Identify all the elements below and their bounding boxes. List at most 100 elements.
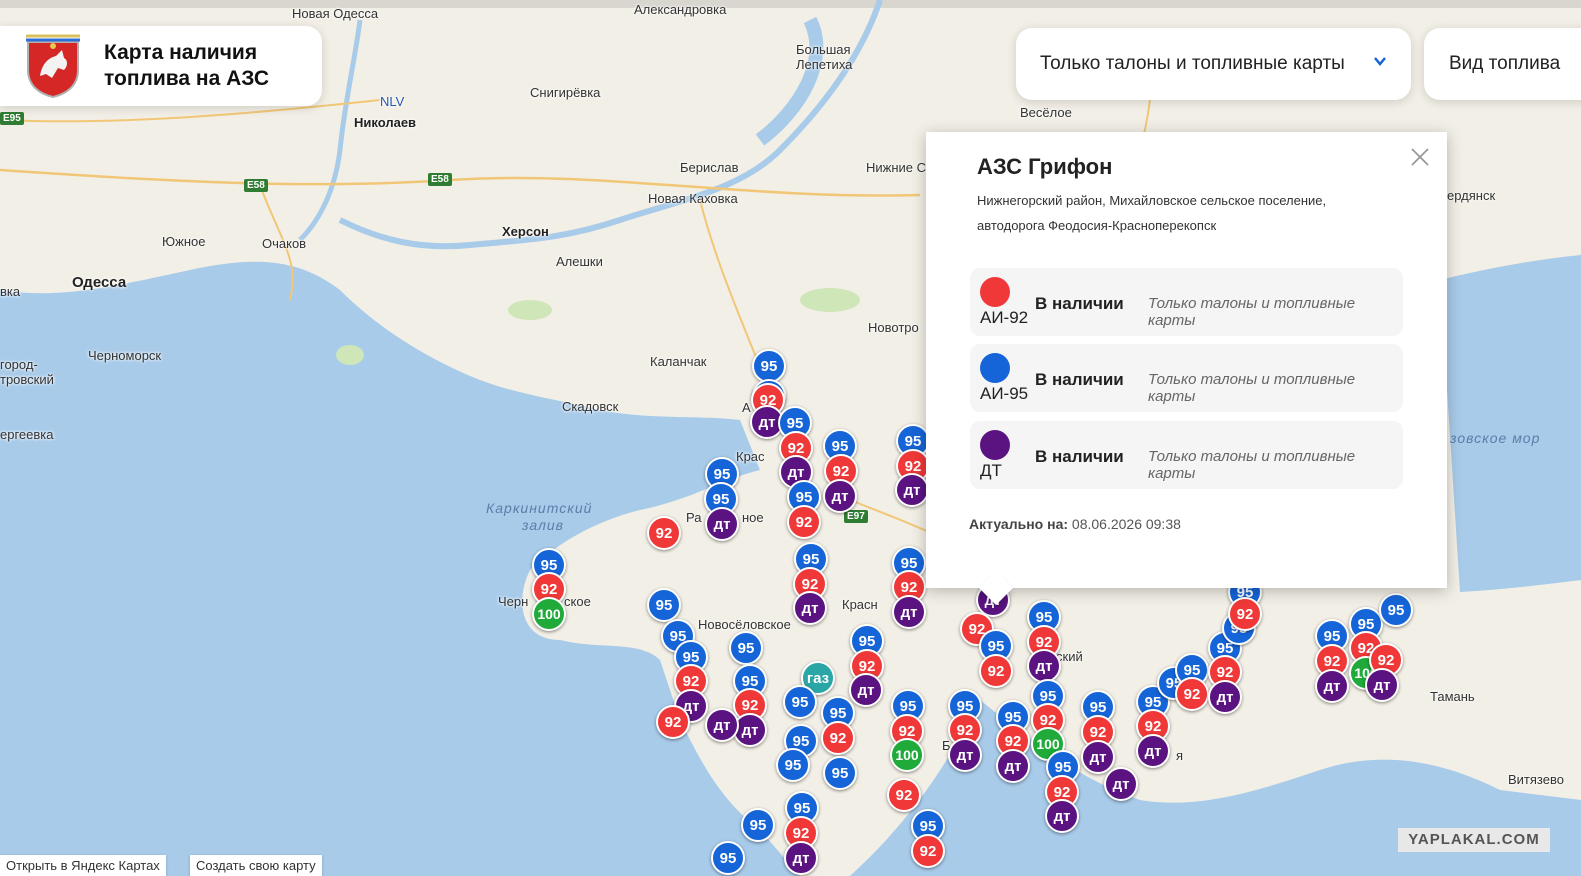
- marker-dt[interactable]: дт: [1045, 799, 1079, 833]
- marker-ai95[interactable]: 95: [823, 756, 857, 790]
- marker-ai95[interactable]: 95: [752, 349, 786, 383]
- marker-dt[interactable]: дт: [996, 749, 1030, 783]
- dnieper-river: [338, 0, 883, 250]
- place-label: Большая Лепетиха: [796, 42, 853, 72]
- create-own-map-button[interactable]: Создать свою карту: [190, 855, 322, 876]
- road-sign: E97: [844, 510, 868, 523]
- place-label: Новотро: [868, 320, 919, 335]
- place-label: Александровка: [634, 2, 727, 17]
- place-label: ное: [742, 510, 764, 525]
- marker-dt[interactable]: дт: [1315, 669, 1349, 703]
- place-label: Красн: [842, 597, 878, 612]
- marker-dt[interactable]: дт: [1081, 740, 1115, 774]
- place-label: Николаев: [354, 115, 417, 130]
- fuel-color-dot: [980, 430, 1010, 460]
- sea-label: зовское мор: [1450, 430, 1541, 446]
- place-label: Нижние С: [866, 160, 927, 175]
- fuel-color-dot: [980, 277, 1010, 307]
- marker-dt[interactable]: дт: [849, 673, 883, 707]
- marker-dt[interactable]: дт: [948, 738, 982, 772]
- marker-ai95[interactable]: 95: [647, 588, 681, 622]
- place-label: ердянск: [1447, 188, 1496, 203]
- payment-filter-value: Только талоны и топливные карты: [1040, 53, 1345, 74]
- fuel-type-filter-dropdown[interactable]: Вид топлива: [1424, 28, 1581, 100]
- marker-ai95[interactable]: 95: [783, 685, 817, 719]
- marker-dt[interactable]: дт: [823, 479, 857, 513]
- place-label: Новосёловское: [698, 617, 791, 632]
- fuel-status: В наличии: [1035, 294, 1124, 313]
- fuel-row-dt: ДТ В наличии Только талоны и топливные к…: [970, 421, 1403, 489]
- marker-ai92[interactable]: 92: [1228, 597, 1262, 631]
- chevron-down-icon: [1374, 57, 1386, 66]
- marker-dt[interactable]: дт: [705, 708, 739, 742]
- place-label: Каланчак: [650, 354, 707, 369]
- marker-dt[interactable]: дт: [1027, 649, 1061, 683]
- fuel-name: АИ-95: [980, 384, 1029, 403]
- fuel-color-dot: [980, 353, 1010, 383]
- road-sign: E95: [0, 112, 24, 125]
- fuel-name: ДТ: [980, 461, 1002, 480]
- place-label: Очаков: [262, 236, 307, 251]
- road-sign: E58: [428, 173, 452, 186]
- fuel-payment-note: Только талоны и топливные карты: [1148, 295, 1356, 329]
- sea-label: Каркинитский: [486, 500, 593, 516]
- crimea-coat-of-arms-icon: [26, 34, 80, 98]
- updated-value: 08.06.2026 09:38: [1071, 516, 1181, 532]
- marker-ai95[interactable]: 95: [729, 631, 763, 665]
- marker-ai92[interactable]: 92: [656, 705, 690, 739]
- marker-dt[interactable]: дт: [793, 591, 827, 625]
- marker-ai95[interactable]: 95: [1379, 593, 1413, 627]
- place-label: Алешки: [556, 254, 603, 269]
- place-label: Черноморск: [88, 348, 162, 363]
- marker-ai95[interactable]: 95: [711, 841, 745, 875]
- azov-sea: [1440, 255, 1581, 592]
- marker-ai92[interactable]: 92: [979, 654, 1013, 688]
- place-label: вка: [0, 284, 21, 299]
- marker-ai100[interactable]: 100: [890, 738, 924, 772]
- station-address: Нижнегорский район, Михайловское сельско…: [977, 193, 1327, 233]
- marker-ai92[interactable]: 92: [787, 505, 821, 539]
- station-name: АЗС Грифон: [977, 154, 1113, 179]
- marker-ai95[interactable]: 95: [776, 748, 810, 782]
- updated-timestamp: Актуально на: 08.06.2026 09:38: [969, 516, 1181, 532]
- place-label: Черн: [498, 594, 529, 609]
- place-label: NLV: [380, 94, 405, 109]
- marker-dt[interactable]: дт: [895, 473, 929, 507]
- place-label: Ра: [686, 510, 702, 525]
- marker-ai92[interactable]: 92: [887, 778, 921, 812]
- marker-ai92[interactable]: 92: [647, 516, 681, 550]
- marker-ai100[interactable]: 100: [532, 597, 566, 631]
- marker-dt[interactable]: дт: [784, 841, 818, 875]
- fuel-status: В наличии: [1035, 370, 1124, 389]
- place-label: Скадовск: [562, 399, 619, 414]
- open-in-yandex-maps-button[interactable]: Открыть в Яндекс Картах: [0, 855, 166, 876]
- place-label: Берислав: [680, 160, 739, 175]
- place-label: Новая Каховка: [648, 191, 738, 206]
- marker-ai92[interactable]: 92: [1175, 677, 1209, 711]
- place-label: ергеевка: [0, 427, 54, 442]
- sea-label: залив: [522, 517, 564, 533]
- place-label: Снигирёвка: [530, 85, 601, 100]
- place-label: город-: [0, 357, 38, 372]
- marker-ai95[interactable]: 95: [741, 808, 775, 842]
- close-icon[interactable]: [1409, 146, 1431, 168]
- place-label: я: [1176, 748, 1184, 763]
- road-sign: E58: [244, 179, 268, 192]
- place-label: Тамань: [1430, 689, 1475, 704]
- fuel-payment-note: Только талоны и топливные карты: [1148, 448, 1356, 482]
- marker-ai92[interactable]: 92: [911, 834, 945, 868]
- fuel-row-ai95: АИ-95 В наличии Только талоны и топливны…: [970, 344, 1403, 412]
- marker-dt[interactable]: дт: [1365, 668, 1399, 702]
- marker-dt[interactable]: дт: [705, 507, 739, 541]
- place-label: Новая Одесса: [292, 6, 379, 21]
- marker-dt[interactable]: дт: [892, 595, 926, 629]
- place-label: Южное: [162, 234, 206, 249]
- watermark-logo: YAPLAKAL.COM: [1398, 828, 1550, 852]
- fuel-map[interactable]: Новая Одесса Александровка Большая Лепет…: [0, 0, 1581, 876]
- marker-dt[interactable]: дт: [1104, 767, 1138, 801]
- marker-dt[interactable]: дт: [1136, 734, 1170, 768]
- marker-ai92[interactable]: 92: [821, 721, 855, 755]
- header-card: Карта наличия топлива на АЗС: [0, 26, 322, 106]
- marker-dt[interactable]: дт: [1208, 680, 1242, 714]
- payment-filter-dropdown[interactable]: Только талоны и топливные карты: [1016, 28, 1411, 100]
